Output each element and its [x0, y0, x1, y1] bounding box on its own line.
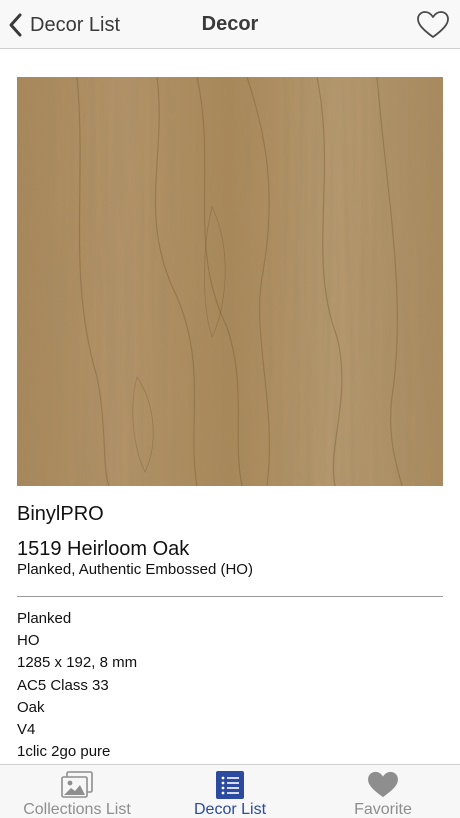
divider	[17, 596, 443, 597]
chevron-left-icon	[9, 13, 22, 37]
navigation-bar: Decor List Decor	[0, 0, 460, 49]
tab-bar: Collections List Decor List Favorite	[0, 764, 460, 818]
product-brand: BinylPRO	[17, 503, 104, 525]
tab-label: Favorite	[354, 801, 412, 818]
back-button[interactable]: Decor List	[8, 10, 120, 40]
spec-item: 1clic 2go pure	[17, 743, 111, 761]
spec-item: Planked	[17, 610, 72, 627]
spec-item: V4	[17, 720, 36, 738]
product-subtitle: Planked, Authentic Embossed (HO)	[17, 561, 253, 578]
decor-detail-screen: Decor List Decor BinylPRO 1519 Heirloom …	[0, 0, 460, 818]
photos-icon	[61, 770, 93, 799]
spec-item: Oak	[17, 698, 45, 716]
heart-outline-icon	[417, 11, 449, 38]
spec-item: HO	[17, 632, 40, 650]
spec-item: 1285 x 192, 8 mm	[17, 654, 138, 672]
tab-favorite[interactable]: Favorite	[343, 765, 423, 818]
tab-label: Collections List	[23, 801, 131, 818]
tab-collections-list[interactable]: Collections List	[17, 765, 137, 818]
tab-decor-list[interactable]: Decor List	[185, 765, 275, 818]
heart-filled-icon	[367, 770, 399, 799]
back-button-label: Decor List	[30, 13, 121, 36]
decor-image-carousel[interactable]	[17, 77, 443, 486]
list-icon	[216, 770, 244, 799]
spec-item: AC5 Class 33	[17, 676, 109, 694]
favorite-button[interactable]	[416, 10, 450, 40]
wood-texture-image	[17, 77, 443, 486]
product-name: 1519 Heirloom Oak	[17, 538, 190, 560]
tab-label: Decor List	[193, 801, 267, 818]
spec-list: Planked HO 1285 x 192, 8 mm AC5 Class 33…	[17, 608, 137, 763]
